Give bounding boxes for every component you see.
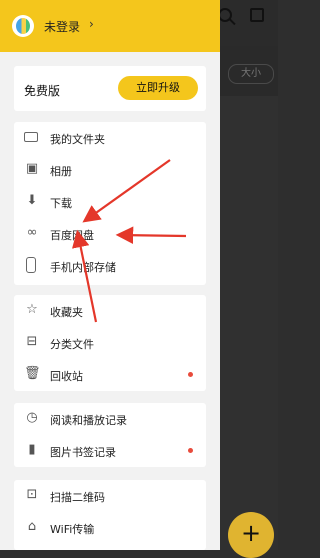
zip-icon (16, 18, 30, 34)
cloud-icon: ∞ (26, 225, 38, 240)
upgrade-button[interactable]: 立即升级 (118, 76, 198, 100)
plan-label: 免费版 (24, 84, 61, 98)
menu-item-recycle-bin[interactable]: 🗑 回收站 (14, 359, 206, 391)
chevron-right-icon[interactable]: › (89, 17, 94, 31)
menu-item-baidu-pan[interactable]: ∞ 百度网盘 (14, 218, 206, 250)
menu-item-download[interactable]: ⬇ 下载 (14, 186, 206, 218)
plan-card: 免费版 立即升级 (14, 66, 206, 111)
drawer-header: 未登录 › (0, 0, 220, 52)
folder-icon (24, 132, 38, 142)
avatar[interactable] (12, 15, 34, 37)
badge-dot (188, 372, 193, 377)
history-card: ◷ 阅读和播放记录 ▮ 图片书签记录 (14, 403, 206, 467)
menu-item-label: 回收站 (50, 370, 83, 383)
menu-item-read-history[interactable]: ◷ 阅读和播放记录 (14, 403, 206, 435)
phone-icon (26, 257, 36, 273)
sort-button[interactable]: 大小 (228, 64, 274, 84)
image-icon: ▣ (25, 161, 39, 176)
tools-card: ⊡ 扫描二维码 ⌂ WiFi传输 (14, 480, 206, 550)
menu-item-label: 分类文件 (50, 338, 94, 351)
scan-icon: ⊡ (26, 487, 38, 502)
trash-icon: 🗑 (24, 366, 41, 381)
menu-item-label: 相册 (50, 165, 72, 178)
menu-item-label: 我的文件夹 (50, 133, 105, 146)
storage-card: 我的文件夹 ▣ 相册 ⬇ 下载 ∞ 百度网盘 手机内部存储 (14, 122, 206, 285)
menu-item-image-bookmarks[interactable]: ▮ 图片书签记录 (14, 435, 206, 467)
star-icon: ☆ (26, 302, 38, 317)
add-fab-button[interactable]: + (228, 512, 274, 558)
menu-item-album[interactable]: ▣ 相册 (14, 154, 206, 186)
box-icon: ⊟ (26, 334, 38, 349)
menu-item-label: 收藏夹 (50, 306, 83, 319)
badge-dot (188, 448, 193, 453)
menu-item-label: 阅读和播放记录 (50, 414, 127, 427)
wifi-transfer-icon: ⌂ (27, 519, 37, 534)
menu-item-my-folders[interactable]: 我的文件夹 (14, 122, 206, 154)
menu-item-label: 百度网盘 (50, 229, 94, 242)
menu-item-label: 扫描二维码 (50, 491, 105, 504)
menu-item-categories[interactable]: ⊟ 分类文件 (14, 327, 206, 359)
menu-item-label: 手机内部存储 (50, 261, 116, 274)
search-icon[interactable] (218, 8, 232, 22)
menu-item-internal-storage[interactable]: 手机内部存储 (14, 250, 206, 282)
menu-item-label: WiFi传输 (50, 523, 95, 536)
menu-item-label: 下载 (50, 197, 72, 210)
menu-item-wifi-transfer[interactable]: ⌂ WiFi传输 (14, 512, 206, 544)
menu-item-label: 图片书签记录 (50, 446, 116, 459)
clock-icon: ◷ (26, 410, 38, 425)
menu-item-favorites[interactable]: ☆ 收藏夹 (14, 295, 206, 327)
download-icon: ⬇ (26, 193, 38, 208)
user-name[interactable]: 未登录 (44, 18, 80, 35)
menu-icon[interactable] (250, 8, 264, 22)
side-drawer: 未登录 › 免费版 立即升级 我的文件夹 ▣ 相册 ⬇ 下载 ∞ 百度网盘 手机… (0, 0, 220, 550)
menu-item-scan-qr[interactable]: ⊡ 扫描二维码 (14, 480, 206, 512)
collection-card: ☆ 收藏夹 ⊟ 分类文件 🗑 回收站 (14, 295, 206, 391)
bookmark-icon: ▮ (28, 442, 36, 457)
